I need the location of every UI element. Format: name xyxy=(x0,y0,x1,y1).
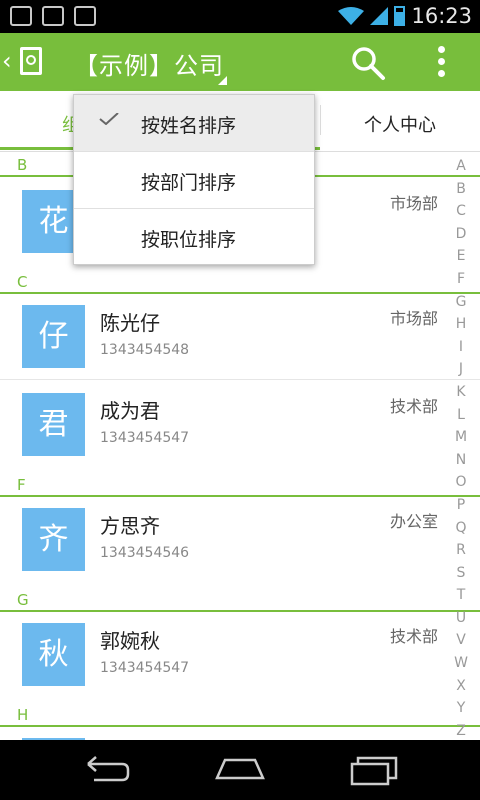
index-letter[interactable]: Y xyxy=(450,697,472,720)
contact-name: 陈光仔 xyxy=(100,311,160,335)
system-nav-bar xyxy=(0,740,480,800)
contact-row[interactable]: 齐 方思齐 1343454546 办公室 xyxy=(0,508,480,598)
contacts-book-icon[interactable] xyxy=(20,47,42,75)
index-letter[interactable]: Q xyxy=(450,517,472,540)
avatar: 仔 xyxy=(22,305,85,368)
contact-phone: 1343454546 xyxy=(100,545,190,561)
index-letter[interactable]: E xyxy=(450,245,472,268)
sort-menu: 按姓名排序 按部门排序 按职位排序 xyxy=(73,94,315,265)
index-letter[interactable]: W xyxy=(450,652,472,675)
index-letter[interactable]: M xyxy=(450,426,472,449)
index-letter[interactable]: T xyxy=(450,584,472,607)
back-nav-icon[interactable] xyxy=(80,754,130,786)
section-header-h: H xyxy=(0,703,480,727)
avatar: 秋 xyxy=(22,623,85,686)
alphabet-index-bar[interactable]: ABCDEFGHIJKLMNOPQRSTUVWXYZ xyxy=(450,155,472,742)
notification-badge-icon xyxy=(10,6,32,26)
battery-icon xyxy=(394,6,406,26)
index-letter[interactable]: F xyxy=(450,268,472,291)
wifi-icon xyxy=(338,7,365,25)
tab-personal-center[interactable]: 个人中心 xyxy=(320,111,480,137)
image-notification-icon xyxy=(42,6,64,26)
row-divider xyxy=(0,379,480,380)
section-letter: C xyxy=(17,273,28,291)
section-letter: B xyxy=(17,156,28,174)
clock: 16:23 xyxy=(411,4,472,28)
section-letter: G xyxy=(17,591,29,609)
index-letter[interactable]: I xyxy=(450,336,472,359)
menu-item-label: 按姓名排序 xyxy=(141,115,237,137)
index-letter[interactable]: K xyxy=(450,381,472,404)
index-letter[interactable]: H xyxy=(450,313,472,336)
status-bar: 16:23 xyxy=(0,0,480,33)
index-letter[interactable]: D xyxy=(450,223,472,246)
index-letter[interactable]: X xyxy=(450,675,472,698)
sort-by-name-item[interactable]: 按姓名排序 xyxy=(74,95,314,151)
index-letter[interactable]: N xyxy=(450,449,472,472)
contact-row[interactable]: 君 成为君 1343454547 技术部 xyxy=(0,393,480,483)
department-label: 市场部 xyxy=(389,194,438,213)
overflow-menu-icon[interactable] xyxy=(438,46,446,78)
contact-name: 方思齐 xyxy=(100,514,160,538)
contact-phone: 1343454548 xyxy=(100,342,190,358)
index-letter[interactable]: J xyxy=(450,358,472,381)
menu-item-label: 按部门排序 xyxy=(141,172,237,194)
index-letter[interactable]: G xyxy=(450,291,472,314)
index-letter[interactable]: U xyxy=(450,607,472,630)
check-icon xyxy=(99,113,119,125)
dropdown-caret-icon xyxy=(218,76,227,85)
section-letter: H xyxy=(17,706,29,724)
index-letter[interactable]: A xyxy=(450,155,472,178)
department-label: 办公室 xyxy=(389,512,438,531)
phone-notification-icon xyxy=(74,6,96,26)
recent-apps-icon[interactable] xyxy=(350,754,400,786)
index-letter[interactable]: V xyxy=(450,629,472,652)
action-bar: ‹ 【示例】公司 xyxy=(0,33,480,91)
department-label: 技术部 xyxy=(389,627,438,646)
search-icon[interactable] xyxy=(350,45,386,81)
signal-icon xyxy=(370,7,389,25)
index-letter[interactable]: O xyxy=(450,471,472,494)
index-letter[interactable]: C xyxy=(450,200,472,223)
contact-name: 成为君 xyxy=(100,399,160,423)
section-header-f: F xyxy=(0,473,480,497)
avatar: 齐 xyxy=(22,508,85,571)
contact-row[interactable]: 秋 郭婉秋 1343454547 技术部 xyxy=(0,623,480,713)
avatar: 君 xyxy=(22,393,85,456)
department-label: 技术部 xyxy=(389,397,438,416)
section-header-g: G xyxy=(0,588,480,612)
contact-name: 郭婉秋 xyxy=(100,629,160,653)
back-chevron-icon[interactable]: ‹ xyxy=(2,47,12,75)
notification-icons xyxy=(10,6,96,26)
contact-row[interactable]: 仔 陈光仔 1343454548 市场部 xyxy=(0,305,480,395)
sort-by-position-item[interactable]: 按职位排序 xyxy=(74,209,314,265)
home-nav-icon[interactable] xyxy=(215,754,265,786)
index-letter[interactable]: L xyxy=(450,404,472,427)
index-letter[interactable]: R xyxy=(450,539,472,562)
contact-phone: 1343454547 xyxy=(100,660,190,676)
company-title[interactable]: 【示例】公司 xyxy=(74,46,224,81)
index-letter[interactable]: B xyxy=(450,178,472,201)
contact-phone: 1343454547 xyxy=(100,430,190,446)
index-letter[interactable]: S xyxy=(450,562,472,585)
section-letter: F xyxy=(17,476,26,494)
section-header-c: C xyxy=(0,270,480,294)
index-letter[interactable]: P xyxy=(450,494,472,517)
department-label: 市场部 xyxy=(389,309,438,328)
menu-item-label: 按职位排序 xyxy=(141,229,237,251)
sort-by-department-item[interactable]: 按部门排序 xyxy=(74,152,314,208)
